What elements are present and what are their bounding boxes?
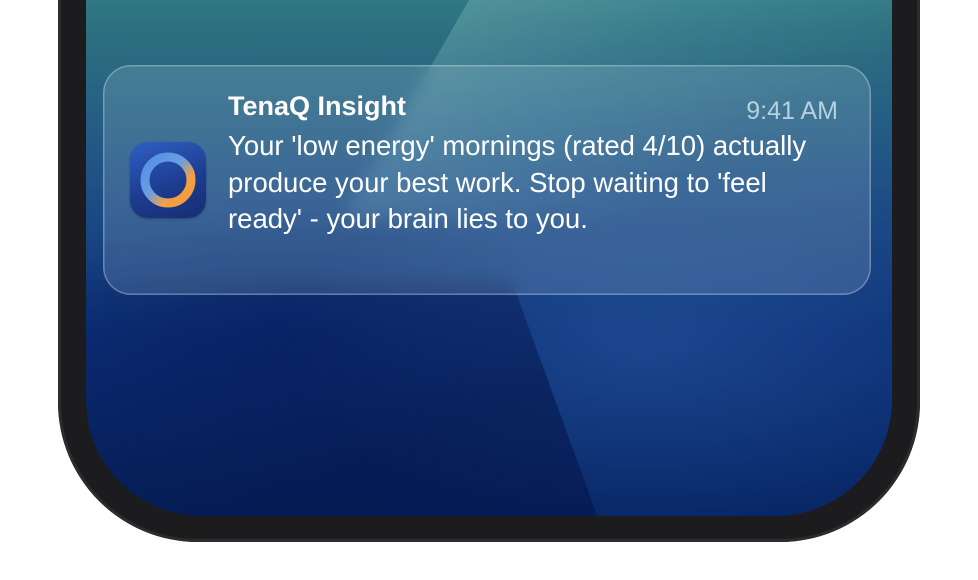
ring-logo-icon bbox=[140, 152, 196, 208]
app-name: TenaQ Insight bbox=[228, 91, 407, 121]
notification-message: Your 'low energy' mornings (rated 4/10) … bbox=[228, 130, 807, 234]
notification-banner[interactable]: TenaQ Insight 9:41 AM Your 'low energy' … bbox=[103, 65, 871, 295]
wallpaper-dark-wedge bbox=[86, 280, 621, 516]
notification-time: 9:41 AM bbox=[746, 97, 838, 125]
app-icon bbox=[130, 142, 206, 218]
